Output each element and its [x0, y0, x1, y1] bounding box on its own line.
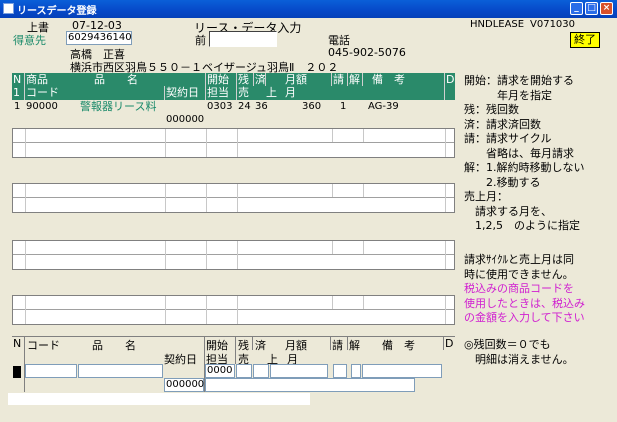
help-note-line: 売上月：: [464, 190, 508, 203]
app-icon: [3, 3, 14, 14]
input-cancel-field[interactable]: [351, 364, 361, 378]
col-name: 品 名: [94, 73, 138, 86]
help-note-line: 済：請求済回数: [464, 117, 541, 131]
status-bar: [8, 393, 310, 405]
help-note-line: 請求ｻｲｸﾙと売上月は同: [464, 253, 574, 266]
help-note-line: 請：請求サイクル: [464, 132, 552, 145]
input-person-sales-field[interactable]: [205, 378, 415, 392]
company-code: HNDLEASE: [470, 19, 525, 30]
input-col-done: 済: [255, 339, 266, 352]
help-note-line: 請求する月を、: [464, 204, 552, 218]
col-d: D: [446, 73, 455, 86]
close-button[interactable]: ×: [600, 2, 613, 15]
help-note-line: 残：残回数: [464, 103, 519, 116]
input-col-code: コード: [27, 339, 60, 352]
help-note-line: 時に使用できません。: [464, 267, 574, 281]
row-monthly: 360: [302, 101, 322, 112]
input-col-n: N: [13, 337, 22, 350]
col-month: 月: [285, 86, 296, 99]
row-remarks: AG-39: [368, 101, 399, 112]
customer-label: 得意先: [13, 34, 46, 47]
input-done-field[interactable]: [253, 364, 269, 378]
help-note-line: 2.移動する: [464, 175, 541, 189]
window-title: リースデータ登録: [17, 6, 97, 17]
col-up: 上: [266, 86, 277, 99]
col-person: 担当: [207, 86, 229, 99]
input-contract-field[interactable]: 000000: [164, 378, 204, 392]
table-row[interactable]: [12, 128, 455, 158]
help-note-line: 使用したときは、税込み: [464, 296, 585, 310]
table-row[interactable]: [12, 240, 455, 270]
row-done: 36: [255, 101, 268, 112]
customer-code-field[interactable]: 6029436140: [66, 31, 132, 45]
version-label: V071030: [530, 19, 576, 30]
row-cursor: [13, 366, 21, 378]
row-bill: 1: [340, 101, 347, 112]
customer-code-value: 6029436140: [68, 32, 132, 43]
table-row[interactable]: [12, 183, 455, 213]
col-contract-day: 契約日: [166, 86, 199, 99]
input-remaining-field[interactable]: [236, 364, 252, 378]
row-start: 0303: [207, 101, 233, 112]
end-button[interactable]: 終了: [570, 32, 600, 48]
col-n2: 1: [13, 86, 20, 99]
input-col-name: 品 名: [92, 339, 136, 352]
help-note-line: 1,2,5 のように指定: [464, 219, 580, 232]
input-start-value: 0000: [207, 365, 233, 376]
prev-field[interactable]: [209, 31, 277, 47]
col-remarks: 備 考: [372, 73, 405, 86]
input-monthly-field[interactable]: [270, 364, 328, 378]
input-col-cancel: 解: [349, 339, 360, 352]
minimize-button[interactable]: _: [570, 2, 583, 15]
col-cancel: 解: [349, 73, 360, 86]
help-note-line: 開始：請求を開始する: [464, 74, 574, 87]
help-note-line: 明細は消えません。: [464, 352, 574, 366]
input-name-field[interactable]: [78, 364, 163, 378]
form-client: 上書 07-12-03 リース・データ入力 HNDLEASE V071030 終…: [2, 18, 615, 420]
col-bill: 請: [333, 73, 344, 86]
table-row[interactable]: [12, 295, 455, 325]
maximize-button[interactable]: □: [585, 2, 598, 15]
title-bar: リースデータ登録 _ □ ×: [0, 0, 617, 18]
row-contract: 000000: [166, 114, 205, 125]
input-remarks-field[interactable]: [362, 364, 442, 378]
help-note-line: 税込みの商品コードを: [464, 282, 574, 295]
input-contract-value: 000000: [166, 379, 205, 390]
row-n: 1: [14, 101, 21, 112]
table-row[interactable]: 1 90000 警報器リース料 0303 24 36 360 1 AG-39 0…: [12, 100, 455, 126]
col-n: N: [13, 73, 22, 86]
help-note-line: の金額を入力して下さい: [464, 311, 585, 324]
prev-label: 前: [195, 34, 206, 47]
help-note-line: 解：1.解約時移動しない: [464, 161, 585, 174]
col-monthly: 月額: [285, 73, 307, 86]
phone-value: 045-902-5076: [328, 46, 406, 59]
col-remaining: 残: [238, 73, 249, 86]
input-col-remarks: 備 考: [382, 339, 415, 352]
input-start-field[interactable]: 0000: [205, 364, 235, 378]
help-note-line: 省略は、毎月請求: [464, 146, 574, 160]
col-code: コード: [26, 86, 59, 99]
input-col-contract: 契約日: [164, 353, 197, 366]
row-name: 警報器リース料: [80, 100, 157, 113]
help-note-line: ◎残回数＝０でも: [464, 338, 551, 351]
col-sales: 売: [238, 86, 249, 99]
help-note-line: 年月を指定: [464, 88, 552, 102]
col-product: 商品: [26, 73, 48, 86]
row-code: 90000: [26, 101, 58, 112]
input-code-field[interactable]: [25, 364, 77, 378]
input-col-bill: 請: [332, 339, 343, 352]
table-header: N 1 商品 コード 品 名 契約日 開始 担当 残 売 済 上 月額 月 請 …: [12, 73, 455, 100]
row-remaining: 24: [238, 101, 251, 112]
input-bill-field[interactable]: [333, 364, 347, 378]
col-start: 開始: [207, 73, 229, 86]
input-col-d: D: [445, 337, 454, 350]
